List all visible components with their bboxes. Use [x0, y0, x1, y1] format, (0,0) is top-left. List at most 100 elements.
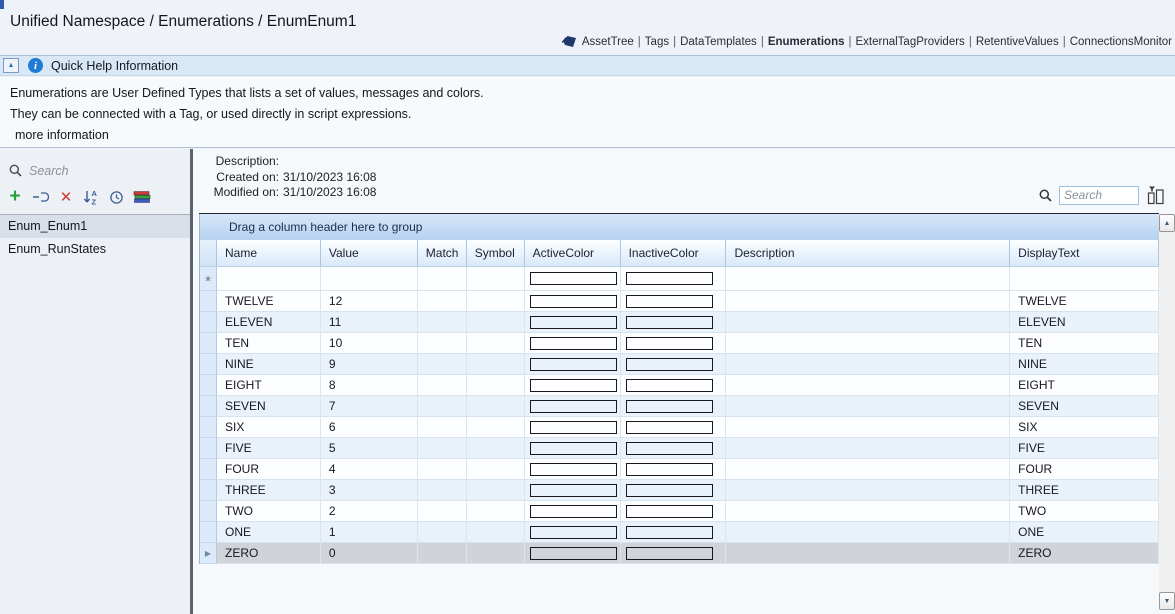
list-item-enum_runstates[interactable]: Enum_RunStates — [0, 238, 190, 261]
nav-item-tags[interactable]: Tags — [645, 36, 669, 48]
cell-description[interactable] — [726, 375, 1010, 396]
active-color-swatch[interactable] — [530, 295, 617, 308]
cell-description[interactable] — [726, 312, 1010, 333]
cell-display-text[interactable]: EIGHT — [1010, 375, 1159, 396]
cell-match[interactable] — [418, 459, 467, 480]
cell-display-text[interactable]: TWO — [1010, 501, 1159, 522]
inactive-color-swatch[interactable] — [626, 272, 713, 285]
grid-row[interactable]: ▶ZERO0ZERO — [199, 543, 1159, 564]
column-header-active-color[interactable]: ActiveColor — [525, 240, 621, 266]
cell-name[interactable]: FOUR — [217, 459, 321, 480]
active-color-swatch[interactable] — [530, 358, 617, 371]
cell-symbol[interactable] — [467, 354, 525, 375]
cell-name[interactable]: EIGHT — [217, 375, 321, 396]
cell-inactive-color[interactable] — [621, 333, 727, 354]
cell-inactive-color[interactable] — [621, 417, 727, 438]
cell-value[interactable]: 4 — [321, 459, 418, 480]
cell-active-color[interactable] — [525, 312, 621, 333]
active-color-swatch[interactable] — [530, 547, 617, 560]
row-header[interactable] — [200, 396, 217, 417]
nav-item-connectionsmonitor[interactable]: ConnectionsMonitor — [1070, 36, 1172, 48]
column-header-name[interactable]: Name — [217, 240, 321, 266]
grid-row[interactable]: FOUR4FOUR — [199, 459, 1159, 480]
inactive-color-swatch[interactable] — [626, 505, 713, 518]
column-header-inactive-color[interactable]: InactiveColor — [621, 240, 727, 266]
cell-description[interactable] — [726, 417, 1010, 438]
inactive-color-swatch[interactable] — [626, 337, 713, 350]
cell-active-color[interactable] — [525, 417, 621, 438]
cell-display-text[interactable]: TEN — [1010, 333, 1159, 354]
cell-symbol[interactable] — [467, 438, 525, 459]
cell-symbol[interactable] — [467, 417, 525, 438]
cell-match[interactable] — [418, 417, 467, 438]
cell-name[interactable]: THREE — [217, 480, 321, 501]
column-header-description[interactable]: Description — [726, 240, 1010, 266]
column-chooser-icon[interactable] — [1146, 185, 1165, 205]
cell-inactive-color[interactable] — [621, 267, 727, 291]
grid-new-row[interactable]: * — [199, 267, 1159, 291]
grid-row[interactable]: SIX6SIX — [199, 417, 1159, 438]
row-header[interactable] — [200, 417, 217, 438]
active-color-swatch[interactable] — [530, 316, 617, 329]
cell-description[interactable] — [726, 543, 1010, 564]
cell-inactive-color[interactable] — [621, 522, 727, 543]
cell-symbol[interactable] — [467, 396, 525, 417]
cell-display-text[interactable]: ONE — [1010, 522, 1159, 543]
active-color-swatch[interactable] — [530, 337, 617, 350]
cell-match[interactable] — [418, 354, 467, 375]
group-by-band[interactable]: Drag a column header here to group — [199, 214, 1159, 240]
cell-name[interactable] — [217, 267, 321, 291]
cell-display-text[interactable]: THREE — [1010, 480, 1159, 501]
cell-name[interactable]: SEVEN — [217, 396, 321, 417]
inactive-color-swatch[interactable] — [626, 400, 713, 413]
cell-value[interactable]: 6 — [321, 417, 418, 438]
delete-button[interactable]: ✕ — [58, 188, 74, 206]
cell-description[interactable] — [726, 291, 1010, 312]
cell-description[interactable] — [726, 522, 1010, 543]
cell-active-color[interactable] — [525, 354, 621, 375]
cell-name[interactable]: ONE — [217, 522, 321, 543]
cell-name[interactable]: ELEVEN — [217, 312, 321, 333]
row-header[interactable] — [200, 459, 217, 480]
cell-match[interactable] — [418, 480, 467, 501]
cell-name[interactable]: NINE — [217, 354, 321, 375]
cell-symbol[interactable] — [467, 312, 525, 333]
cell-value[interactable]: 1 — [321, 522, 418, 543]
row-header[interactable] — [200, 291, 217, 312]
active-color-swatch[interactable] — [530, 526, 617, 539]
cell-active-color[interactable] — [525, 438, 621, 459]
cell-symbol[interactable] — [467, 291, 525, 312]
grid-search-input[interactable] — [1059, 186, 1139, 205]
nav-item-retentivevalues[interactable]: RetentiveValues — [976, 36, 1059, 48]
active-color-swatch[interactable] — [530, 272, 617, 285]
row-header[interactable] — [200, 501, 217, 522]
cell-value[interactable] — [321, 267, 418, 291]
active-color-swatch[interactable] — [530, 505, 617, 518]
inactive-color-swatch[interactable] — [626, 442, 713, 455]
row-header[interactable] — [200, 333, 217, 354]
cell-match[interactable] — [418, 267, 467, 291]
cell-display-text[interactable] — [1010, 267, 1159, 291]
cell-symbol[interactable] — [467, 333, 525, 354]
cell-symbol[interactable] — [467, 522, 525, 543]
cell-symbol[interactable] — [467, 501, 525, 522]
cell-value[interactable]: 9 — [321, 354, 418, 375]
active-color-swatch[interactable] — [530, 442, 617, 455]
rename-button[interactable] — [32, 188, 49, 206]
add-button[interactable]: + — [7, 188, 23, 206]
grid-row[interactable]: TWELVE12TWELVE — [199, 291, 1159, 312]
active-color-swatch[interactable] — [530, 379, 617, 392]
collapse-button[interactable]: ▲ — [3, 58, 19, 73]
list-item-enum_enum1[interactable]: Enum_Enum1 — [0, 215, 190, 238]
cell-display-text[interactable]: FOUR — [1010, 459, 1159, 480]
inactive-color-swatch[interactable] — [626, 484, 713, 497]
row-header[interactable] — [200, 438, 217, 459]
cell-value[interactable]: 8 — [321, 375, 418, 396]
cell-name[interactable]: TEN — [217, 333, 321, 354]
cell-match[interactable] — [418, 312, 467, 333]
cell-description[interactable] — [726, 459, 1010, 480]
cell-inactive-color[interactable] — [621, 438, 727, 459]
nav-item-enumerations[interactable]: Enumerations — [768, 36, 845, 48]
cell-value[interactable]: 0 — [321, 543, 418, 564]
cell-description[interactable] — [726, 501, 1010, 522]
